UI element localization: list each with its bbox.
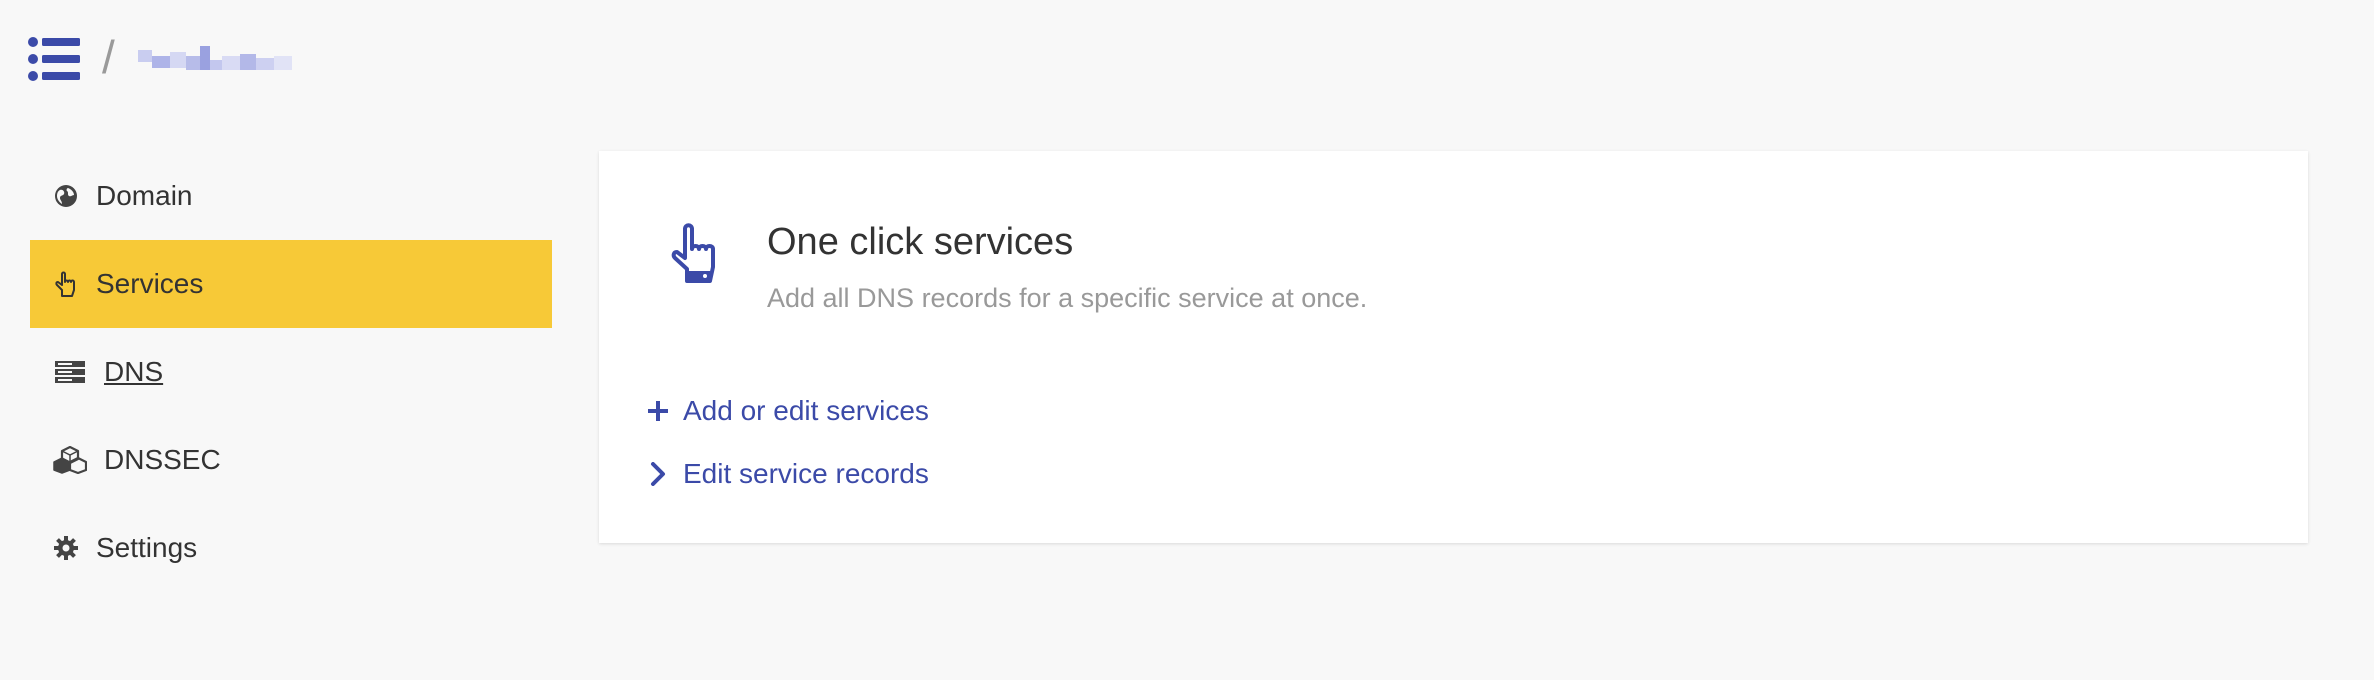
chevron-right-icon (647, 460, 669, 488)
sidebar-item-dnssec[interactable]: DNSSEC (30, 416, 552, 504)
page-title: One click services (767, 221, 1074, 263)
breadcrumb-domain-name-redacted[interactable] (138, 42, 292, 78)
sidebar-item-domain[interactable]: Domain (30, 152, 552, 240)
globe-icon (52, 182, 80, 210)
sidebar-item-settings[interactable]: Settings (30, 504, 552, 592)
sidebar-item-label: Settings (96, 532, 198, 563)
sidebar-item-label: Services (96, 268, 204, 299)
list-menu-icon[interactable] (28, 36, 82, 82)
cubes-icon (52, 446, 88, 474)
sidebar-item-services[interactable]: Services (30, 240, 552, 328)
edit-service-records-link[interactable]: Edit service records (647, 458, 929, 490)
gear-icon (52, 534, 80, 562)
breadcrumb-separator: / (102, 31, 115, 83)
action-label: Add or edit services (683, 395, 929, 426)
sidebar-item-label: DNSSEC (104, 444, 221, 475)
sidebar-nav: Domain Services DNS DNSSEC Settings (30, 152, 552, 592)
action-label: Edit service records (683, 458, 929, 489)
plus-icon (647, 397, 669, 425)
add-or-edit-services-link[interactable]: Add or edit services (647, 395, 929, 427)
top-bar: / (0, 0, 2374, 110)
sidebar-item-label: DNS (104, 356, 164, 387)
page-subtitle: Add all DNS records for a specific servi… (767, 283, 1368, 313)
sidebar-item-label: Domain (96, 180, 193, 211)
pointing-hand-icon (665, 221, 725, 285)
sidebar-item-dns[interactable]: DNS (30, 328, 552, 416)
server-icon (52, 358, 88, 386)
pointing-hand-icon (52, 270, 80, 298)
services-card: One click services Add all DNS records f… (599, 151, 2308, 543)
